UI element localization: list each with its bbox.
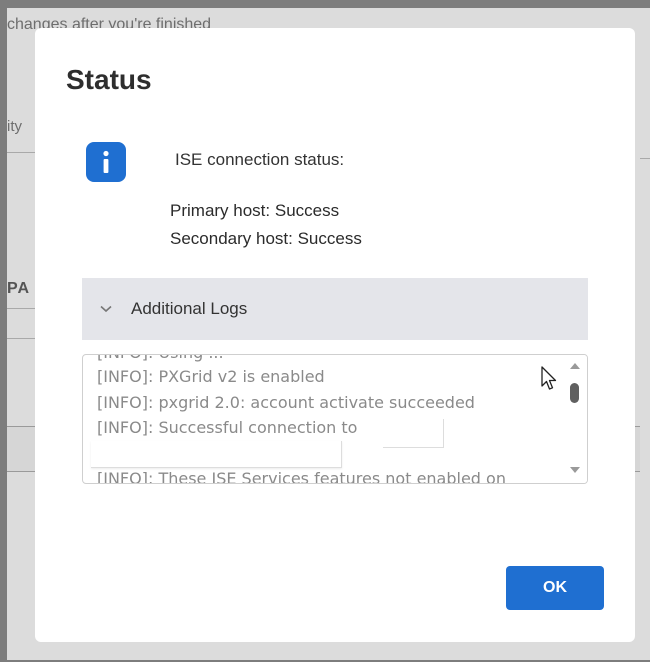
mouse-pointer-icon <box>541 366 557 390</box>
status-dialog: Status ISE connection status: Primary ho… <box>35 28 635 642</box>
info-icon <box>86 142 126 182</box>
log-scrollbar[interactable] <box>565 355 587 483</box>
additional-logs-toggle[interactable]: Additional Logs <box>82 278 588 340</box>
log-line: [INFO]: Using ... <box>97 355 224 362</box>
log-line: [INFO]: These ISE Services features not … <box>97 469 506 484</box>
background-divider <box>640 158 650 159</box>
dialog-title: Status <box>66 64 152 95</box>
background-section-label: PA <box>7 280 31 297</box>
chevron-down-icon <box>100 302 114 316</box>
scrollbar-thumb[interactable] <box>570 383 579 403</box>
primary-host-status: Primary host: Success <box>170 201 340 220</box>
ok-button[interactable]: OK <box>506 566 604 610</box>
log-line: [INFO]: Successful connection to <box>97 418 358 437</box>
log-line: [INFO]: PXGrid v2 is enabled <box>97 367 325 386</box>
log-output-area[interactable]: [INFO]: Using ... [INFO]: PXGrid v2 is e… <box>82 354 588 484</box>
background-label: ity <box>7 118 22 135</box>
connection-status-heading: ISE connection status: <box>175 150 345 169</box>
redaction-box <box>91 441 342 468</box>
secondary-host-status: Secondary host: Success <box>170 229 362 248</box>
scroll-up-arrow-icon[interactable] <box>570 363 580 369</box>
additional-logs-label: Additional Logs <box>131 299 248 318</box>
redaction-box <box>383 419 444 448</box>
scroll-down-arrow-icon[interactable] <box>570 467 580 473</box>
log-line: [INFO]: pxgrid 2.0: account activate suc… <box>97 393 475 412</box>
background-field <box>7 426 36 472</box>
